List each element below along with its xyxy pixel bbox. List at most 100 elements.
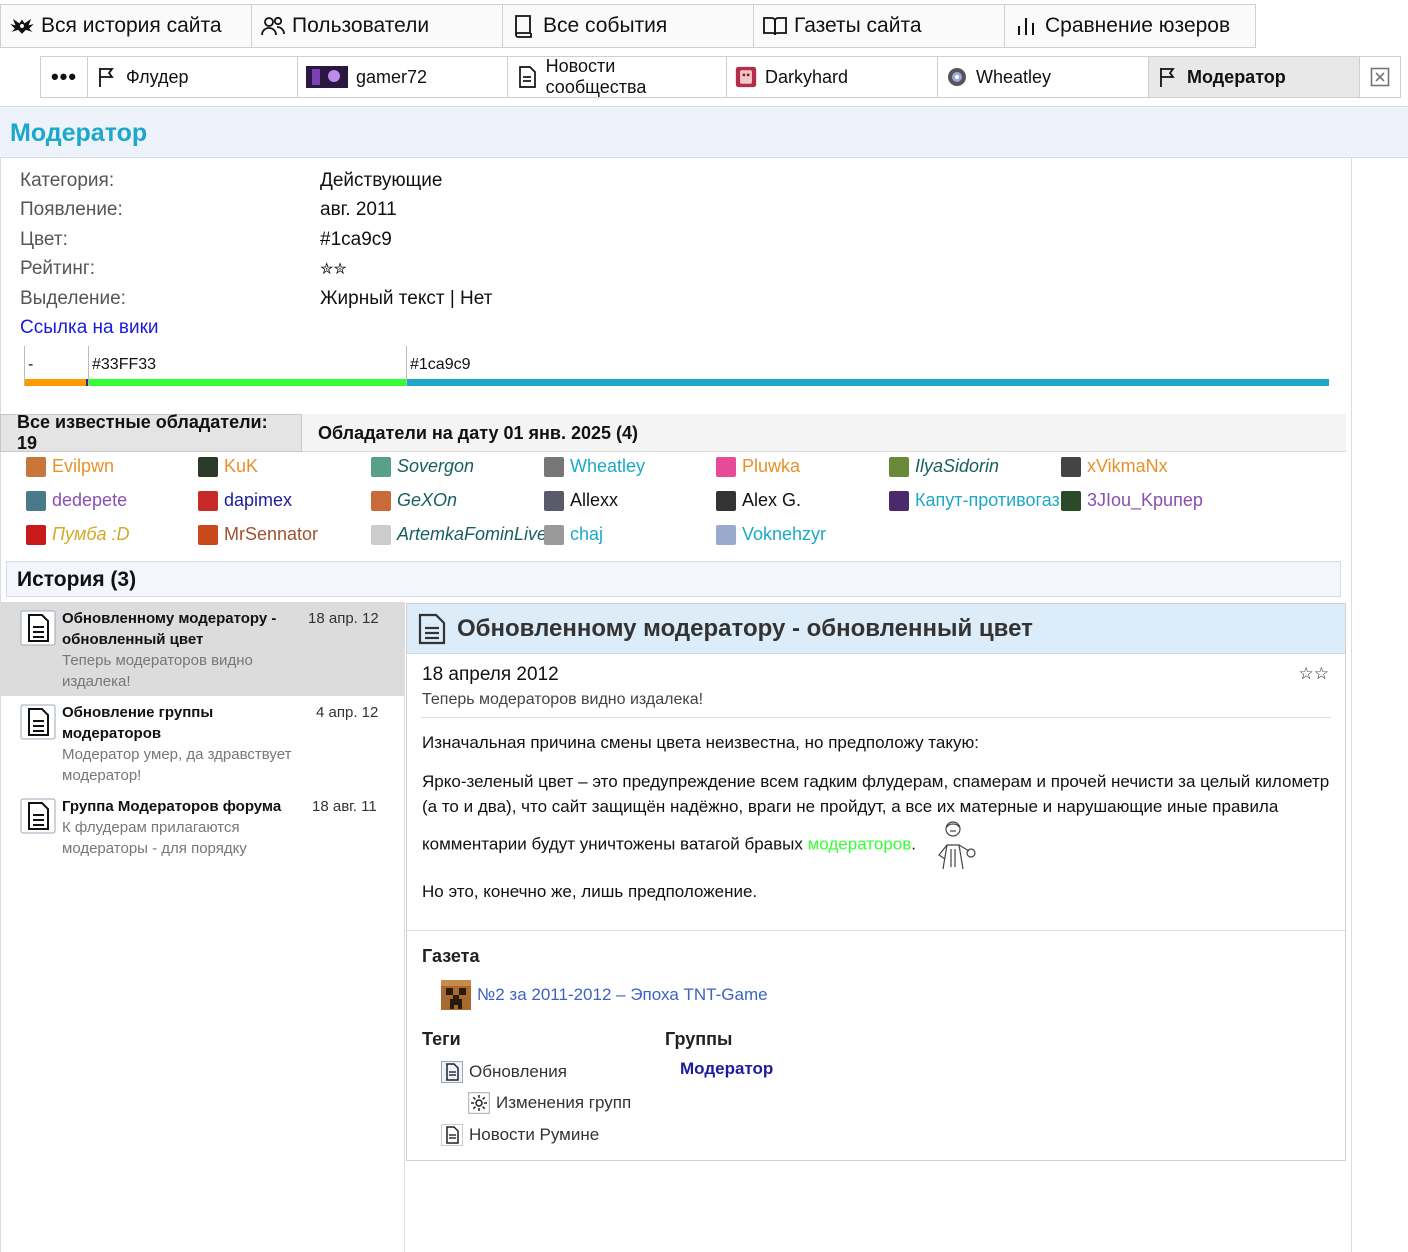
prop-label: Цвет: [20,228,68,250]
moderators-link[interactable]: модераторов [808,834,912,853]
owner-item[interactable]: MrSennator [198,524,318,545]
document-icon [441,1124,463,1146]
page-title: Модератор [10,119,148,147]
owner-item[interactable]: Sovergon [371,456,474,477]
tab-label: Новости сообщества [545,56,647,97]
event-paragraph: Изначальная причина смены цвета неизвест… [422,733,979,752]
history-item-subtitle: К флудерам прилагаются модераторы - для … [62,819,247,857]
book-icon [511,13,537,39]
owner-item[interactable]: ArtemkaFominLive [371,524,547,545]
owner-avatar [371,524,391,545]
history-item[interactable]: Группа Модераторов форума 18 авг. 11 К ф… [0,790,404,864]
owner-item[interactable]: GeXOn [371,490,457,511]
owner-item[interactable]: Allexx [544,490,618,511]
close-icon [1370,67,1390,87]
color-segment-bar [89,379,406,386]
owner-item[interactable]: 3JIou_Kpuпер [1061,490,1203,511]
open-tabs-bar: ••• Флудер gamer72 Новости сообщества Da… [40,56,1401,98]
owner-item[interactable]: dedepete [26,490,127,511]
owner-item[interactable]: chaj [544,524,603,545]
users-icon [260,13,286,39]
owner-name: Капут-противогаз [915,490,1060,510]
document-icon [20,704,56,740]
event-header: Обновленному модератору - обновленный цв… [407,604,1345,654]
owner-name: GeXOn [397,490,458,510]
owner-name: Voknehzyr [742,524,827,544]
owner-avatar [544,524,564,545]
more-tabs-button[interactable]: ••• [40,56,88,98]
owner-name: KuK [224,456,259,476]
owner-item[interactable]: KuK [198,456,258,477]
history-item-date: 18 авг. 11 [312,798,377,815]
event-detail-panel: Обновленному модератору - обновленный цв… [406,603,1346,1161]
history-item-title: Обновление группы модераторов [62,704,214,742]
tab-label: Wheatley [976,66,1052,87]
owner-avatar [716,490,736,511]
tab-label: Модератор [1187,66,1286,87]
prop-row-highlight: Выделение: Жирный текст | Нет [20,284,492,314]
tag-label: Новости Румине [469,1125,600,1144]
nav-tab-compare-users[interactable]: Сравнение юзеров [1004,4,1256,48]
owner-item[interactable]: dapimex [198,490,292,511]
owner-name: IlyaSidorin [915,456,1000,476]
owner-name: MrSennator [224,524,319,544]
nav-tab-newspapers[interactable]: Газеты сайта [753,4,1005,48]
owner-item[interactable]: Evilpwn [26,456,114,477]
tab-owners-on-date[interactable]: Обладатели на дату 01 янв. 2025 (4) [302,414,654,452]
tags-header: Теги [422,1029,461,1049]
bar-chart-icon [1013,13,1039,39]
history-item[interactable]: Обновление группы модераторов 4 апр. 12 … [0,696,404,790]
tag-rumine-news[interactable]: Новости Румине [441,1124,599,1146]
owner-item[interactable]: Alex G. [716,490,801,511]
open-book-icon [762,13,788,39]
history-title: История (3) [17,568,137,591]
tab-community-news[interactable]: Новости сообщества [507,56,727,98]
tab-all-owners[interactable]: Все известные обладатели: 19 [0,412,302,453]
tab-gamer72[interactable]: gamer72 [297,56,508,98]
gear-icon [468,1092,490,1114]
tag-group-changes[interactable]: Изменения групп [468,1092,631,1114]
owner-item[interactable]: Пумба :D [26,524,130,545]
prop-label: Появление: [20,199,123,221]
wheatley-avatar [946,66,968,88]
owner-name: Pluwka [742,456,801,476]
close-tab-button[interactable] [1359,56,1401,98]
nav-tab-all-events[interactable]: Все события [502,4,754,48]
nav-tab-site-history[interactable]: Вся история сайта [0,4,252,48]
tab-wheatley[interactable]: Wheatley [937,56,1149,98]
owners-tabs: Все известные обладатели: 19 Обладатели … [0,412,1346,453]
owner-item[interactable]: IlyaSidorin [889,456,999,477]
color-segment: - [24,346,86,386]
owner-avatar [544,456,564,477]
tag-label: Обновления [469,1062,567,1081]
wiki-link[interactable]: Ссылка на вики [20,317,159,339]
tag-updates[interactable]: Обновления [441,1061,567,1083]
owner-item[interactable]: xVikmaNx [1061,456,1168,477]
tab-fluder[interactable]: Флудер [87,56,298,98]
owner-item[interactable]: Voknehzyr [716,524,826,545]
owner-avatar [371,490,391,511]
nav-tab-label: Газеты сайта [794,14,922,37]
nav-tab-users[interactable]: Пользователи [251,4,503,48]
tab-darkyhard[interactable]: Darkyhard [726,56,938,98]
owner-avatar [716,456,736,477]
document-icon [20,798,56,834]
event-body: Изначальная причина смены цвета неизвест… [407,718,1345,931]
owner-item[interactable]: Pluwka [716,456,800,477]
history-item-subtitle: Модератор умер, да здравствует модератор… [62,746,292,784]
history-item[interactable]: Обновленному модератору - обновленный цв… [0,602,404,696]
owner-name: Wheatley [570,456,646,476]
owner-avatar [198,524,218,545]
color-segment: #33FF33 [88,346,406,386]
top-navigation: Вся история сайта Пользователи Все событ… [0,4,1256,48]
newspaper-link[interactable]: №2 за 2011-2012 – Эпоха TNT-Game [441,980,768,1010]
document-icon [417,613,447,645]
group-link-moderator[interactable]: Модератор [680,1059,773,1079]
tab-moderator[interactable]: Модератор [1148,56,1360,98]
owner-item[interactable]: Wheatley [544,456,645,477]
document-icon [20,610,56,646]
tab-label: Darkyhard [765,66,849,87]
event-paragraph: Ярко-зеленый цвет – это предупреждение в… [422,769,1330,871]
owner-item[interactable]: Капут-противогаз [889,490,1060,511]
tag-label: Изменения групп [496,1093,632,1112]
